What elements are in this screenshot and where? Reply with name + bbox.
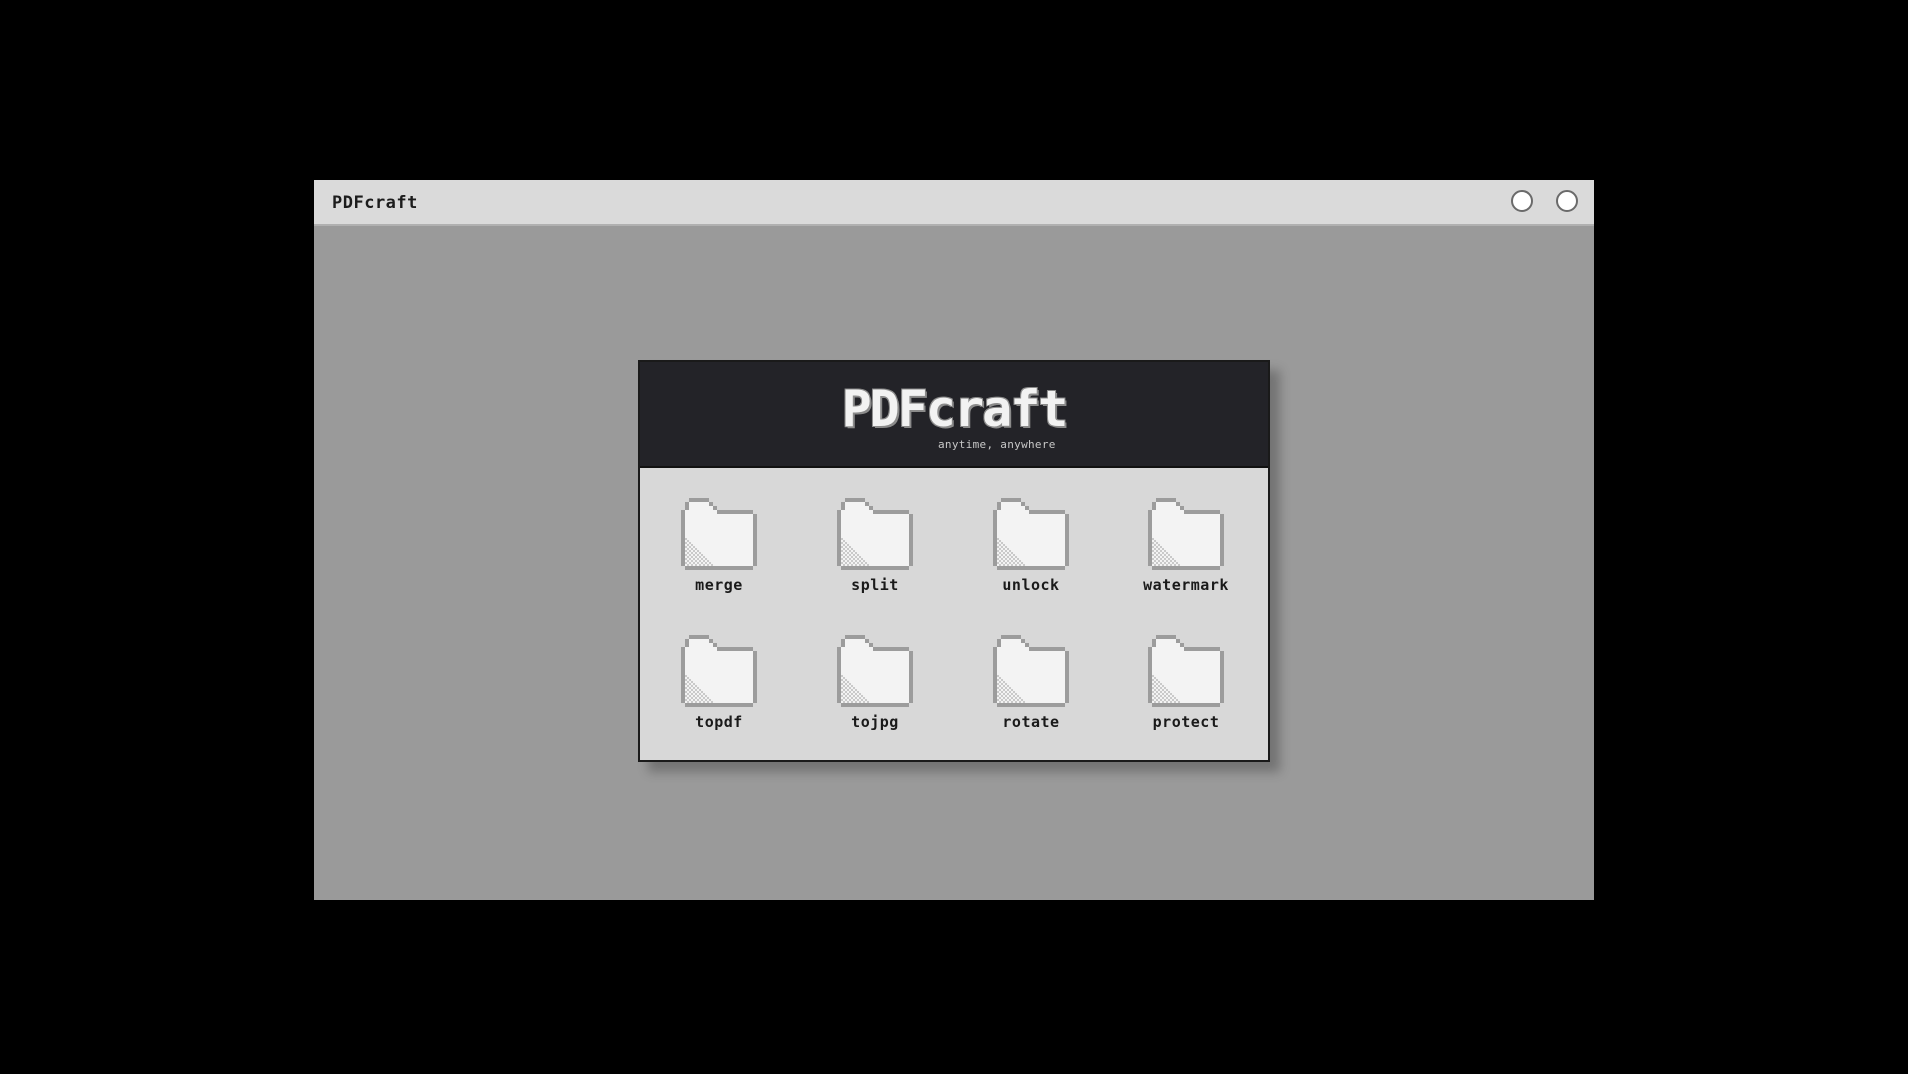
folder-icon — [681, 635, 757, 707]
folder-icon — [837, 498, 913, 570]
tool-label: watermark — [1143, 576, 1229, 594]
folder-icon — [993, 635, 1069, 707]
tool-label: protect — [1152, 713, 1220, 731]
tools-grid: merge split unlock watermark topdf tojpg — [640, 468, 1268, 760]
folder-icon — [681, 498, 757, 570]
tool-label: topdf — [695, 713, 743, 731]
app-window: PDFcraft PDFcraft anytime, anywhere merg… — [314, 180, 1594, 900]
tool-label: split — [851, 576, 899, 594]
tool-merge[interactable]: merge — [646, 496, 776, 606]
tool-label: merge — [695, 576, 743, 594]
title-bar[interactable]: PDFcraft — [314, 180, 1594, 226]
pdfcraft-panel: PDFcraft anytime, anywhere merge split u… — [638, 360, 1270, 762]
window-title: PDFcraft — [332, 193, 418, 213]
tool-label: tojpg — [851, 713, 899, 731]
tool-protect[interactable]: protect — [1113, 633, 1243, 743]
folder-icon — [1148, 635, 1224, 707]
folder-icon — [837, 635, 913, 707]
minimize-button[interactable] — [1511, 190, 1533, 212]
tool-split[interactable]: split — [802, 496, 932, 606]
tool-unlock[interactable]: unlock — [958, 496, 1088, 606]
folder-icon — [1148, 498, 1224, 570]
tool-rotate[interactable]: rotate — [958, 633, 1088, 743]
app-logo: PDFcraft — [841, 380, 1069, 438]
close-button[interactable] — [1556, 190, 1578, 212]
folder-icon — [993, 498, 1069, 570]
app-tagline: anytime, anywhere — [938, 438, 1056, 451]
tool-topdf[interactable]: topdf — [646, 633, 776, 743]
panel-header: PDFcraft anytime, anywhere — [640, 362, 1268, 468]
tool-watermark[interactable]: watermark — [1113, 496, 1243, 606]
tool-label: rotate — [1002, 713, 1060, 731]
tool-tojpg[interactable]: tojpg — [802, 633, 932, 743]
tool-label: unlock — [1002, 576, 1060, 594]
